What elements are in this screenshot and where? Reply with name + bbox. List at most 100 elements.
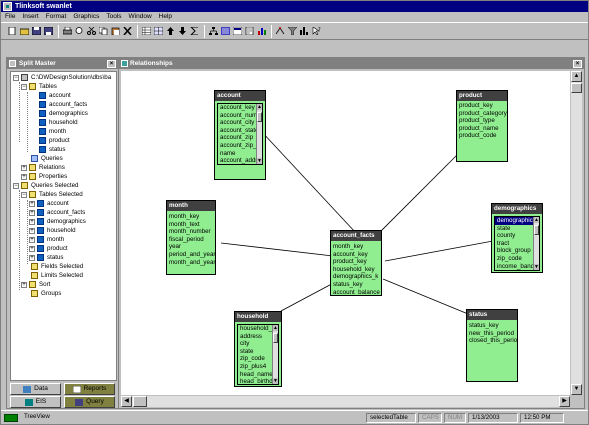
expand-icon[interactable]: + [29,236,35,243]
expand-icon[interactable]: + [29,254,35,261]
table-field[interactable]: closed_this_perio [467,337,517,345]
tree-selected-household[interactable]: + household [29,226,76,235]
tab-reports[interactable]: Reports [64,383,115,395]
tree-relations[interactable]: + Relations [21,163,65,172]
menu-tools[interactable]: Tools [106,12,121,22]
tab-data[interactable]: Data [10,383,61,395]
table-field[interactable]: new_this_period [467,330,517,338]
expand-icon[interactable]: + [29,245,35,252]
table-field[interactable]: demographics_k [331,273,381,281]
sort-descending-button[interactable] [177,25,188,37]
table-field[interactable]: product_name [457,125,507,133]
expand-icon[interactable]: + [21,173,27,180]
tree-selected-account[interactable]: + account [29,199,69,208]
table-field[interactable]: month_and_year [167,259,215,267]
tree-table-household[interactable]: household [39,118,78,127]
table-box-month[interactable]: month month_key month_text month_number … [166,200,216,275]
table-field[interactable]: product_code [457,132,507,140]
print-button[interactable] [62,25,73,37]
scroll-down-icon[interactable]: ▼ [571,384,582,395]
table-box-title[interactable]: account [215,91,265,101]
table-box-title[interactable]: demographics [492,204,542,214]
close-icon[interactable]: × [107,60,116,68]
tree-selected-product[interactable]: + product [29,244,68,253]
chart-button[interactable] [256,25,267,37]
tree-queries-selected[interactable]: − Queries Selected [13,181,78,190]
paste-button[interactable] [110,25,121,37]
table-field[interactable]: month_key [331,243,381,251]
table-box-title[interactable]: month [167,201,215,211]
table-box-title[interactable]: household [235,312,281,322]
tree-tables-selected[interactable]: − Tables Selected [21,190,83,199]
table-field[interactable]: account_key [331,251,381,259]
expand-icon[interactable]: + [29,200,35,207]
tab-query[interactable]: Query [64,396,115,408]
table-field[interactable]: product_type [457,117,507,125]
table-field[interactable]: status_key [467,322,517,330]
table-box-title[interactable]: product [457,91,507,101]
table-field-list[interactable]: status_key new_this_period closed_this_p… [467,322,517,345]
vertical-scroll-thumb[interactable] [571,83,582,93]
table-field[interactable]: year [167,243,215,251]
tree-selected-account-facts[interactable]: + account_facts [29,208,85,217]
menu-file[interactable]: File [5,12,15,22]
table-field[interactable]: month_number [167,228,215,236]
close-icon[interactable]: × [573,60,582,68]
tree-sort[interactable]: + Sort [21,280,50,289]
expand-icon[interactable]: + [29,209,35,216]
table-field[interactable]: product_key [457,102,507,110]
tree-groups[interactable]: Groups [31,289,61,298]
relationships-canvas[interactable]: account account_key account_num account_… [121,71,570,395]
collapse-icon[interactable]: − [21,191,27,198]
horizontal-scrollbar[interactable]: ◀ ▶ [121,396,570,407]
table-field[interactable]: month_text [167,221,215,229]
table-field[interactable]: product_category [457,110,507,118]
save-all-button[interactable] [43,25,54,37]
save-button[interactable] [31,25,42,37]
copy-button[interactable] [98,25,109,37]
print-preview-button[interactable] [74,25,85,37]
table-box-title[interactable]: account_facts [331,231,381,241]
table-field[interactable]: period_and_year [167,251,215,259]
tree-queries[interactable]: Queries [31,154,63,163]
table-field-list[interactable]: account_key account_num account_city acc… [217,103,263,165]
table-field[interactable]: household_key [331,266,381,274]
table-box-title[interactable]: status [467,310,517,320]
scroll-up-icon[interactable]: ▲ [534,217,539,223]
expand-icon[interactable]: + [21,281,27,288]
collapse-icon[interactable]: − [13,74,19,81]
table-box-account-facts[interactable]: account_facts month_key account_key prod… [330,230,382,296]
tree-tables-folder[interactable]: − Tables [21,82,57,91]
menu-insert[interactable]: Insert [22,12,38,22]
help-button[interactable]: ? [311,25,322,37]
scroll-right-icon[interactable]: ▶ [559,396,570,407]
table-field-list[interactable]: month_key month_text month_number fiscal… [167,213,215,266]
tree-table-demographics[interactable]: demographics [39,109,88,118]
tree-table-account-facts[interactable]: account_facts [39,100,87,109]
field-list-scrollbar[interactable]: ▲ ▼ [272,325,278,384]
scroll-down-icon[interactable]: ▼ [257,158,262,164]
collapse-icon[interactable]: − [21,83,27,90]
filter-button[interactable] [287,25,298,37]
sort-ascending-button[interactable] [165,25,176,37]
table-field-list[interactable]: household_ke address city state zip_code… [237,324,279,385]
scroll-down-icon[interactable]: ▼ [534,264,539,270]
table-field-list[interactable]: demographics state county tract block_gr… [494,216,540,271]
tab-eis[interactable]: EIS [10,396,61,408]
tree-root[interactable]: − C:\DWDesignSolution\dbs\ba [13,73,111,82]
table-box-product[interactable]: product product_key product_category pro… [456,90,508,162]
tree-properties[interactable]: + Properties [21,172,67,181]
menu-help[interactable]: Help [159,12,172,22]
chart-alt-button[interactable] [299,25,310,37]
tree-fields-selected[interactable]: Fields Selected [31,262,83,271]
split-master-title-bar[interactable]: Split Master × [7,58,118,69]
vertical-scrollbar[interactable]: ▲ ▼ [571,71,582,395]
table-field[interactable]: status_key [331,281,381,289]
table-field[interactable]: fiscal_period [167,236,215,244]
field-list-scrollbar[interactable]: ▲ ▼ [533,217,539,270]
cut-button[interactable] [86,25,97,37]
menu-graphics[interactable]: Graphics [73,12,99,22]
tree-table-account[interactable]: account [39,91,71,100]
scroll-thumb[interactable] [273,333,278,343]
hierarchy-button[interactable] [208,25,219,37]
